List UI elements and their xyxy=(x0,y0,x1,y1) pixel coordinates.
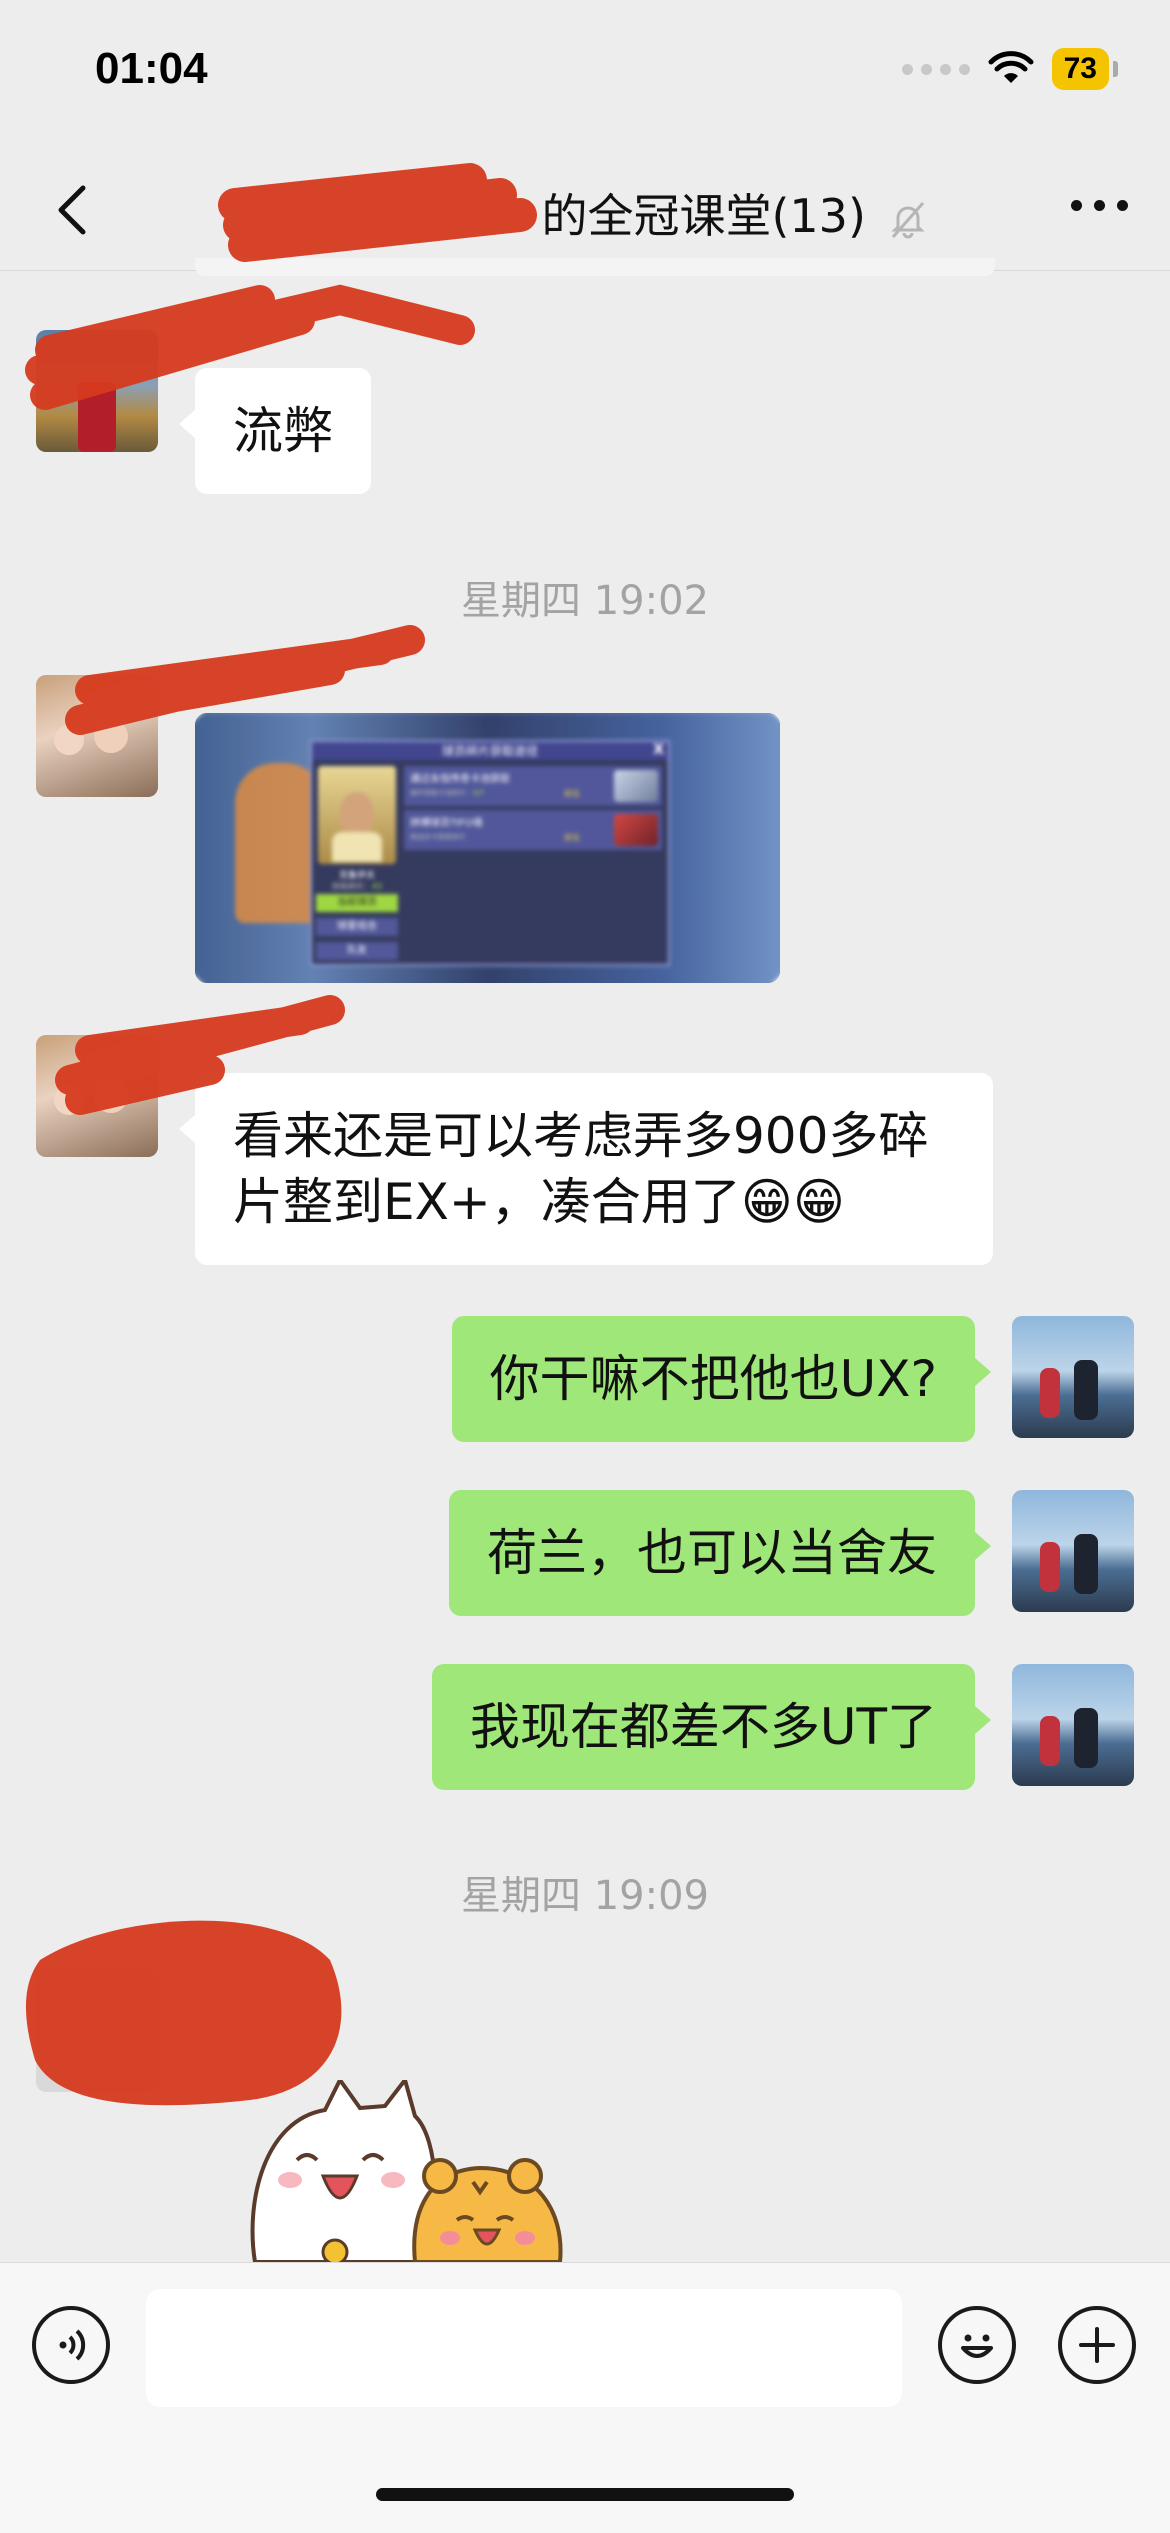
home-indicator[interactable] xyxy=(376,2488,794,2501)
battery-tip xyxy=(1113,61,1118,77)
message-bubble-out[interactable]: 你干嘛不把他也UX? xyxy=(451,1316,992,1442)
emoji-button[interactable] xyxy=(938,2306,1016,2384)
more-options-icon[interactable] xyxy=(1071,200,1128,211)
avatar-sender-2[interactable] xyxy=(36,675,158,797)
message-text: 荷兰，也可以当舍友 xyxy=(487,1524,937,1582)
image-blur-overlay xyxy=(195,713,780,983)
message-text: 你干嘛不把他也UX? xyxy=(489,1350,937,1408)
message-text-line: 片整到EX+，凑合用了😁😁 xyxy=(233,1173,845,1231)
chat-title-wrap[interactable]: 的全冠课堂(13) xyxy=(0,180,1170,246)
message-input[interactable] xyxy=(146,2289,902,2407)
avatar-sender-3[interactable] xyxy=(36,1970,158,2092)
cat-and-tiger-sticker[interactable] xyxy=(235,2080,585,2262)
status-icons: 73 xyxy=(901,48,1118,90)
message-bubble-in[interactable]: 看来还是可以考虑弄多900多碎 片整到EX+，凑合用了😁😁 xyxy=(179,1073,993,1265)
chat-header: 的全冠课堂(13) xyxy=(0,150,1170,271)
plus-icon xyxy=(1079,2327,1115,2363)
timestamp: 星期四 19:02 xyxy=(461,578,709,624)
avatar-figure xyxy=(1074,1360,1098,1420)
cat-sticker-figure xyxy=(250,2080,438,2262)
timestamp: 星期四 19:09 xyxy=(461,1873,709,1919)
emoji-smile-icon xyxy=(961,2334,993,2358)
message-text-line: 看来还是可以考虑弄多900多碎 xyxy=(233,1107,929,1165)
wifi-icon xyxy=(988,51,1034,83)
message-bubble-out[interactable]: 荷兰，也可以当舍友 xyxy=(449,1490,991,1616)
avatar-sender-1[interactable] xyxy=(36,330,158,452)
avatar-figure xyxy=(1074,1534,1098,1594)
tiger-sticker-figure xyxy=(412,2158,563,2262)
voice-input-button[interactable] xyxy=(32,2306,110,2384)
redaction-scribbles xyxy=(25,163,537,2106)
avatar-face xyxy=(54,725,84,755)
add-attachment-button[interactable] xyxy=(1058,2306,1136,2384)
status-time: 01:04 xyxy=(95,44,208,93)
cellular-signal-icon xyxy=(901,63,970,75)
battery-level: 73 xyxy=(1051,48,1109,90)
avatar-figure xyxy=(78,382,116,452)
avatar-self[interactable] xyxy=(1012,1490,1134,1612)
message-bubble-in[interactable]: 流弊 xyxy=(179,368,371,494)
avatar-figure xyxy=(1040,1368,1060,1418)
avatar-figure xyxy=(1040,1542,1060,1592)
avatar-figure xyxy=(1074,1708,1098,1768)
message-text: 流弊 xyxy=(233,402,333,460)
avatar-sender-2[interactable] xyxy=(36,1035,158,1157)
avatar-face xyxy=(94,1079,128,1113)
avatar-self[interactable] xyxy=(1012,1664,1134,1786)
avatar-self[interactable] xyxy=(1012,1316,1134,1438)
avatar-face xyxy=(54,1085,84,1115)
message-image-game-screenshot[interactable]: 球员碎片获取途径 X 克鲁伊夫 持有碎片：43 当前球员 球星组合 队友 通过永… xyxy=(195,713,780,983)
pinned-banner-edge xyxy=(195,258,995,276)
avatar-figure xyxy=(1040,1716,1060,1766)
message-text: 我现在都差不多UT了 xyxy=(469,1698,937,1756)
voice-icon xyxy=(59,2329,86,2361)
message-bubble-out[interactable]: 我现在都差不多UT了 xyxy=(431,1664,992,1790)
chat-title: 的全冠课堂(13) xyxy=(541,189,866,243)
avatar-face xyxy=(94,719,128,753)
mute-bell-icon xyxy=(890,201,925,238)
